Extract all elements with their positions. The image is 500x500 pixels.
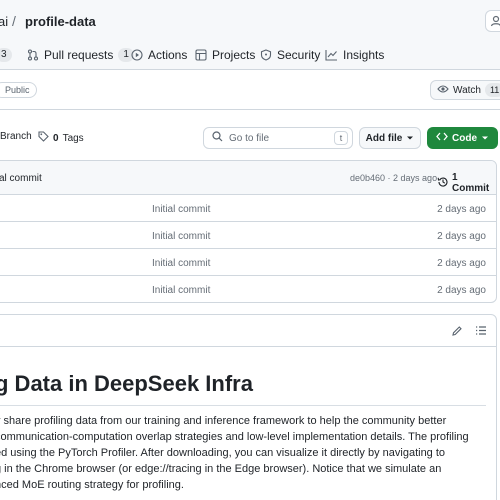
watch-count: 11	[484, 83, 500, 97]
file-commit-message[interactable]: Initial commit	[152, 231, 210, 242]
file-date: 2 days ago	[437, 285, 486, 296]
shortcut-key: t	[334, 131, 348, 145]
history-icon	[437, 176, 449, 191]
table-row[interactable]: Initial commit 2 days ago	[0, 249, 496, 276]
tab-actions-label: Actions	[148, 48, 188, 62]
tab-issues[interactable]: 3	[0, 46, 12, 64]
table-row[interactable]: Initial commit 2 days ago	[0, 276, 496, 302]
file-date: 2 days ago	[437, 204, 486, 215]
readme-paragraph-line: g in the Chrome browser (or edge://traci…	[0, 463, 442, 475]
code-chevron-down-icon	[481, 133, 489, 144]
projects-icon	[195, 49, 207, 61]
breadcrumb-repo[interactable]: profile-data	[25, 14, 96, 29]
header-user-button[interactable]	[485, 10, 500, 32]
visibility-badge: Public	[0, 82, 37, 98]
readme-title-rule	[0, 405, 486, 406]
tab-insights[interactable]: Insights	[325, 46, 384, 64]
breadcrumb-separator: /	[12, 13, 16, 29]
tab-insights-label: Insights	[343, 48, 385, 62]
file-commit-message[interactable]: Initial commit	[152, 258, 210, 269]
pull-request-icon	[27, 49, 39, 61]
file-commit-message[interactable]: Initial commit	[152, 285, 210, 296]
top-header: ai / profile-data	[0, 0, 500, 42]
watch-button[interactable]: Watch 11	[430, 80, 500, 100]
readme-paragraph-line: y share profiling data from our training…	[0, 415, 447, 427]
repo-nav: 3 Pull requests 1 Actions Projects Secur…	[0, 42, 500, 70]
latest-commit-message[interactable]: al commit	[0, 173, 42, 184]
readme-header	[0, 315, 496, 347]
branch-label: Branch	[0, 131, 32, 142]
insights-icon	[325, 49, 338, 61]
code-button[interactable]: Code	[427, 127, 498, 149]
latest-commit-bar: al commit de0b460 · 2 days ago 1 Commit	[0, 161, 496, 195]
commits-count-label: 1 Commit	[452, 172, 490, 194]
table-row[interactable]: Initial commit 2 days ago	[0, 195, 496, 222]
tab-pull-requests-label: Pull requests	[44, 48, 114, 62]
readme-panel: g Data in DeepSeek Infra y share profili…	[0, 314, 497, 500]
search-icon	[212, 131, 223, 145]
file-date: 2 days ago	[437, 258, 486, 269]
tab-security-label: Security	[277, 48, 321, 62]
code-icon	[436, 132, 448, 144]
code-button-label: Code	[452, 132, 477, 144]
list-icon[interactable]	[475, 325, 487, 339]
file-date: 2 days ago	[437, 231, 486, 242]
eye-icon	[437, 84, 449, 97]
actions-icon	[131, 49, 143, 61]
file-table: al commit de0b460 · 2 days ago 1 Commit …	[0, 160, 497, 303]
readme-paragraph-line: nced MoE routing strategy for profiling.	[0, 479, 184, 491]
tab-projects-label: Projects	[212, 48, 256, 62]
header-avatar-icon	[490, 15, 500, 27]
branches-link[interactable]: Branch	[0, 131, 32, 142]
tags-count: 0	[53, 132, 59, 144]
tab-actions[interactable]: Actions	[131, 46, 187, 64]
go-to-file-input[interactable]: Go to file t	[203, 127, 353, 149]
go-to-file-placeholder: Go to file	[229, 132, 270, 144]
watch-label: Watch	[453, 84, 481, 96]
add-file-label: Add file	[365, 132, 403, 144]
tab-pull-requests[interactable]: Pull requests 1	[27, 46, 134, 64]
commits-link[interactable]: 1 Commit	[437, 172, 496, 194]
readme-title: g Data in DeepSeek Infra	[0, 371, 253, 396]
latest-commit-hash-time[interactable]: de0b460 · 2 days ago	[350, 173, 437, 183]
security-icon	[260, 49, 272, 61]
tab-security[interactable]: Security	[260, 46, 320, 64]
file-commit-message[interactable]: Initial commit	[152, 204, 210, 215]
breadcrumb-owner[interactable]: ai	[0, 14, 8, 29]
tags-label: Tags	[62, 132, 84, 144]
tag-icon	[38, 131, 49, 145]
chevron-down-icon	[406, 133, 414, 144]
pencil-icon[interactable]	[451, 325, 463, 340]
issues-count: 3	[0, 48, 12, 62]
add-file-button[interactable]: Add file	[359, 127, 421, 149]
readme-paragraph-line: ed using the PyTorch Profiler. After dow…	[0, 447, 446, 459]
tab-projects[interactable]: Projects	[195, 46, 255, 64]
tags-link[interactable]: 0 Tags	[38, 131, 84, 145]
header-divider	[0, 109, 500, 110]
readme-paragraph-line: communication-computation overlap strate…	[0, 431, 469, 443]
table-row[interactable]: Initial commit 2 days ago	[0, 222, 496, 249]
